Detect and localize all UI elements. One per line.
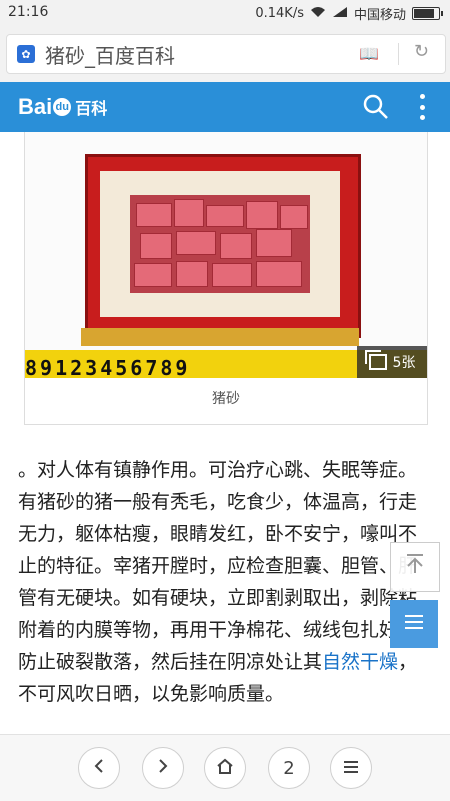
chevron-left-icon (92, 758, 106, 779)
menu-button[interactable] (330, 747, 372, 789)
box-base (81, 328, 359, 346)
photo-count: 5张 (392, 355, 416, 371)
paw-favicon-icon: ✿ (17, 45, 35, 63)
red-box (85, 154, 361, 338)
baidu-baike-logo[interactable]: Bai du 百科 (18, 94, 107, 120)
forward-button[interactable] (142, 747, 184, 789)
battery-icon (412, 7, 443, 20)
article-text-before: 。对人体有镇静作用。可治疗心跳、失眠等症。有猪砂的猪一般有秃毛，吃食少，体温高，… (18, 459, 418, 673)
tab-count: 2 (283, 757, 295, 779)
network-speed: 0.14K/s (255, 6, 304, 21)
url-divider (398, 43, 399, 65)
carrier-name: 中国移动 (353, 8, 406, 23)
article-paragraph: 。对人体有镇静作用。可治疗心跳、失眠等症。有猪砂的猪一般有秃毛，吃食少，体温高，… (18, 454, 428, 710)
list-icon (403, 612, 425, 637)
image-caption: 猪砂 (212, 391, 240, 407)
chevron-right-icon (156, 758, 170, 779)
gallery-icon (364, 350, 387, 370)
tab-title: 猪砂_百度百科 (45, 43, 175, 68)
box-window (130, 195, 310, 293)
reader-mode-icon[interactable]: 📖 (359, 44, 379, 63)
tabs-button[interactable]: 2 (268, 747, 310, 789)
refresh-icon[interactable]: ↻ (414, 41, 429, 62)
address-bar[interactable]: ✿ 猪砂_百度百科 📖 ↻ (6, 34, 446, 74)
home-button[interactable] (204, 747, 246, 789)
image-card[interactable]: 89123456789 5张 猪砂 (24, 132, 428, 425)
status-time: 21:16 (8, 4, 49, 20)
signal-icon (332, 6, 348, 22)
status-right: 0.14K/s 中国移动 (255, 4, 443, 23)
home-icon (216, 758, 234, 779)
browser-bottom-bar: 2 (0, 734, 450, 801)
ruler-numbers: 89123456789 (25, 356, 191, 378)
search-icon[interactable] (362, 93, 390, 121)
wifi-icon (310, 6, 326, 22)
status-bar: 21:16 0.14K/s 中国移动 (0, 0, 450, 26)
logo-bai: Bai (18, 94, 53, 119)
back-to-top-button[interactable] (390, 542, 440, 592)
more-menu-icon[interactable] (418, 94, 426, 120)
link-natural-drying[interactable]: 自然干燥 (322, 651, 398, 673)
browser-toolbar: ✿ 猪砂_百度百科 📖 ↻ (0, 26, 450, 82)
logo-du: du (53, 98, 72, 116)
box-inner (100, 171, 340, 317)
back-button[interactable] (78, 747, 120, 789)
photo-count-badge[interactable]: 5张 (357, 346, 427, 378)
specimen-photo[interactable]: 89123456789 5张 (25, 132, 427, 378)
logo-baike: 百科 (75, 101, 108, 118)
table-of-contents-button[interactable] (390, 600, 438, 648)
site-header: Bai du 百科 (0, 82, 450, 132)
hamburger-icon (343, 758, 359, 779)
arrow-up-icon (404, 553, 426, 581)
